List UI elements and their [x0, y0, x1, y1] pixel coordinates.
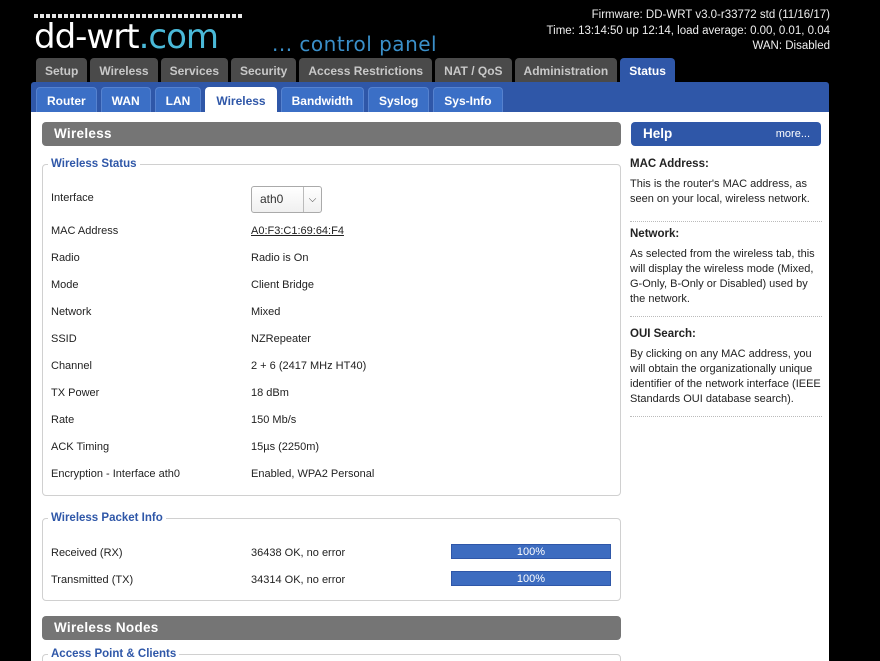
subtab-sys-info[interactable]: Sys-Info [433, 87, 503, 113]
help-item-mac: MAC Address: This is the router's MAC ad… [630, 157, 822, 222]
ddwrt-logo: dd-wrt.com [34, 17, 219, 57]
logo-tld: .com [138, 17, 219, 57]
help-item-title: OUI Search: [630, 328, 696, 340]
mode-value: Client Bridge [251, 279, 314, 291]
logo-text: dd-wrt [34, 17, 140, 57]
rx-value: 36438 OK, no error [251, 547, 346, 559]
tx-progress-bar: 100% [451, 571, 611, 586]
tab-services[interactable]: Services [160, 58, 228, 83]
rx-label: Received (RX) [51, 547, 123, 559]
section-title-wireless-nodes: Wireless Nodes [42, 616, 621, 640]
rate-value: 150 Mb/s [251, 414, 297, 426]
subtab-bandwidth[interactable]: Bandwidth [280, 87, 364, 113]
interface-label: Interface [51, 192, 94, 204]
network-value: Mixed [251, 306, 281, 318]
tx-power-label: TX Power [51, 387, 100, 399]
tab-nat-qos[interactable]: NAT / QoS [435, 58, 512, 83]
packet-info-fieldset: Wireless Packet Info Received (RX) 36438… [42, 512, 621, 601]
tab-status[interactable]: Status [620, 58, 675, 83]
tx-power-value: 18 dBm [251, 387, 289, 399]
ack-timing-value: 15µs (2250m) [251, 441, 320, 453]
wireless-status-legend: Wireless Status [51, 158, 137, 170]
encryption-label: Encryption - Interface ath0 [51, 468, 181, 480]
tx-label: Transmitted (TX) [51, 574, 134, 586]
interface-select[interactable]: ath0 ⌵ [251, 186, 322, 213]
chevron-down-icon: ⌵ [303, 187, 321, 212]
radio-label: Radio [51, 252, 80, 264]
packet-info-legend: Wireless Packet Info [51, 512, 163, 524]
tx-value: 34314 OK, no error [251, 574, 346, 586]
sub-tabs: Router WAN LAN Wireless Bandwidth Syslog… [36, 87, 503, 113]
ssid-value: NZRepeater [251, 333, 311, 345]
channel-value: 2 + 6 (2417 MHz HT40) [251, 360, 367, 372]
subtab-syslog[interactable]: Syslog [367, 87, 430, 113]
subtab-router[interactable]: Router [36, 87, 97, 113]
access-point-clients-fieldset: Access Point & Clients [42, 648, 621, 661]
uptime: Time: 13:14:50 up 12:14, load average: 0… [546, 24, 830, 37]
subtab-lan[interactable]: LAN [154, 87, 202, 113]
access-point-clients-legend: Access Point & Clients [51, 648, 177, 660]
help-title: Help [643, 126, 673, 141]
wan-status: WAN: Disabled [752, 40, 830, 52]
rx-progress-bar: 100% [451, 544, 611, 559]
section-title-wireless: Wireless [42, 122, 621, 146]
wireless-status-fieldset: Wireless Status Interface ath0 ⌵ MAC Add… [42, 158, 621, 496]
interface-select-value: ath0 [260, 192, 284, 206]
mode-label: Mode [51, 279, 79, 291]
firmware-version: Firmware: DD-WRT v3.0-r33772 std (11/16/… [591, 9, 830, 21]
help-item-title: Network: [630, 228, 680, 240]
rate-label: Rate [51, 414, 75, 426]
encryption-value: Enabled, WPA2 Personal [251, 468, 375, 480]
channel-label: Channel [51, 360, 92, 372]
subtab-wan[interactable]: WAN [100, 87, 151, 113]
tab-wireless[interactable]: Wireless [90, 58, 158, 83]
help-item-oui: OUI Search: By clicking on any MAC addre… [630, 327, 822, 417]
content-area: Wireless Wireless Status Interface ath0 … [31, 112, 829, 661]
help-item-text: As selected from the wireless tab, this … [630, 247, 822, 317]
ssid-label: SSID [51, 333, 77, 345]
ack-timing-label: ACK Timing [51, 441, 110, 453]
tab-access-restrictions[interactable]: Access Restrictions [299, 58, 433, 83]
help-item-text: By clicking on any MAC address, you will… [630, 347, 822, 417]
help-more-link[interactable]: more... [776, 122, 810, 146]
help-item-network: Network: As selected from the wireless t… [630, 227, 822, 317]
tagline: ... control panel [272, 32, 438, 56]
main-tabs: Setup Wireless Services Security Access … [36, 58, 675, 83]
radio-value: Radio is On [251, 252, 309, 264]
firmware-info: Firmware: DD-WRT v3.0-r33772 std (11/16/… [547, 8, 830, 55]
tab-administration[interactable]: Administration [514, 58, 618, 83]
help-item-text: This is the router's MAC address, as see… [630, 177, 822, 222]
help-header: Help more... [631, 122, 821, 146]
tab-setup[interactable]: Setup [36, 58, 88, 83]
subtab-wireless[interactable]: Wireless [205, 87, 277, 113]
tab-security[interactable]: Security [231, 58, 297, 83]
mac-address-label: MAC Address [51, 225, 119, 237]
network-label: Network [51, 306, 92, 318]
help-item-title: MAC Address: [630, 158, 709, 170]
mac-address-link[interactable]: A0:F3:C1:69:64:F4 [251, 225, 344, 237]
